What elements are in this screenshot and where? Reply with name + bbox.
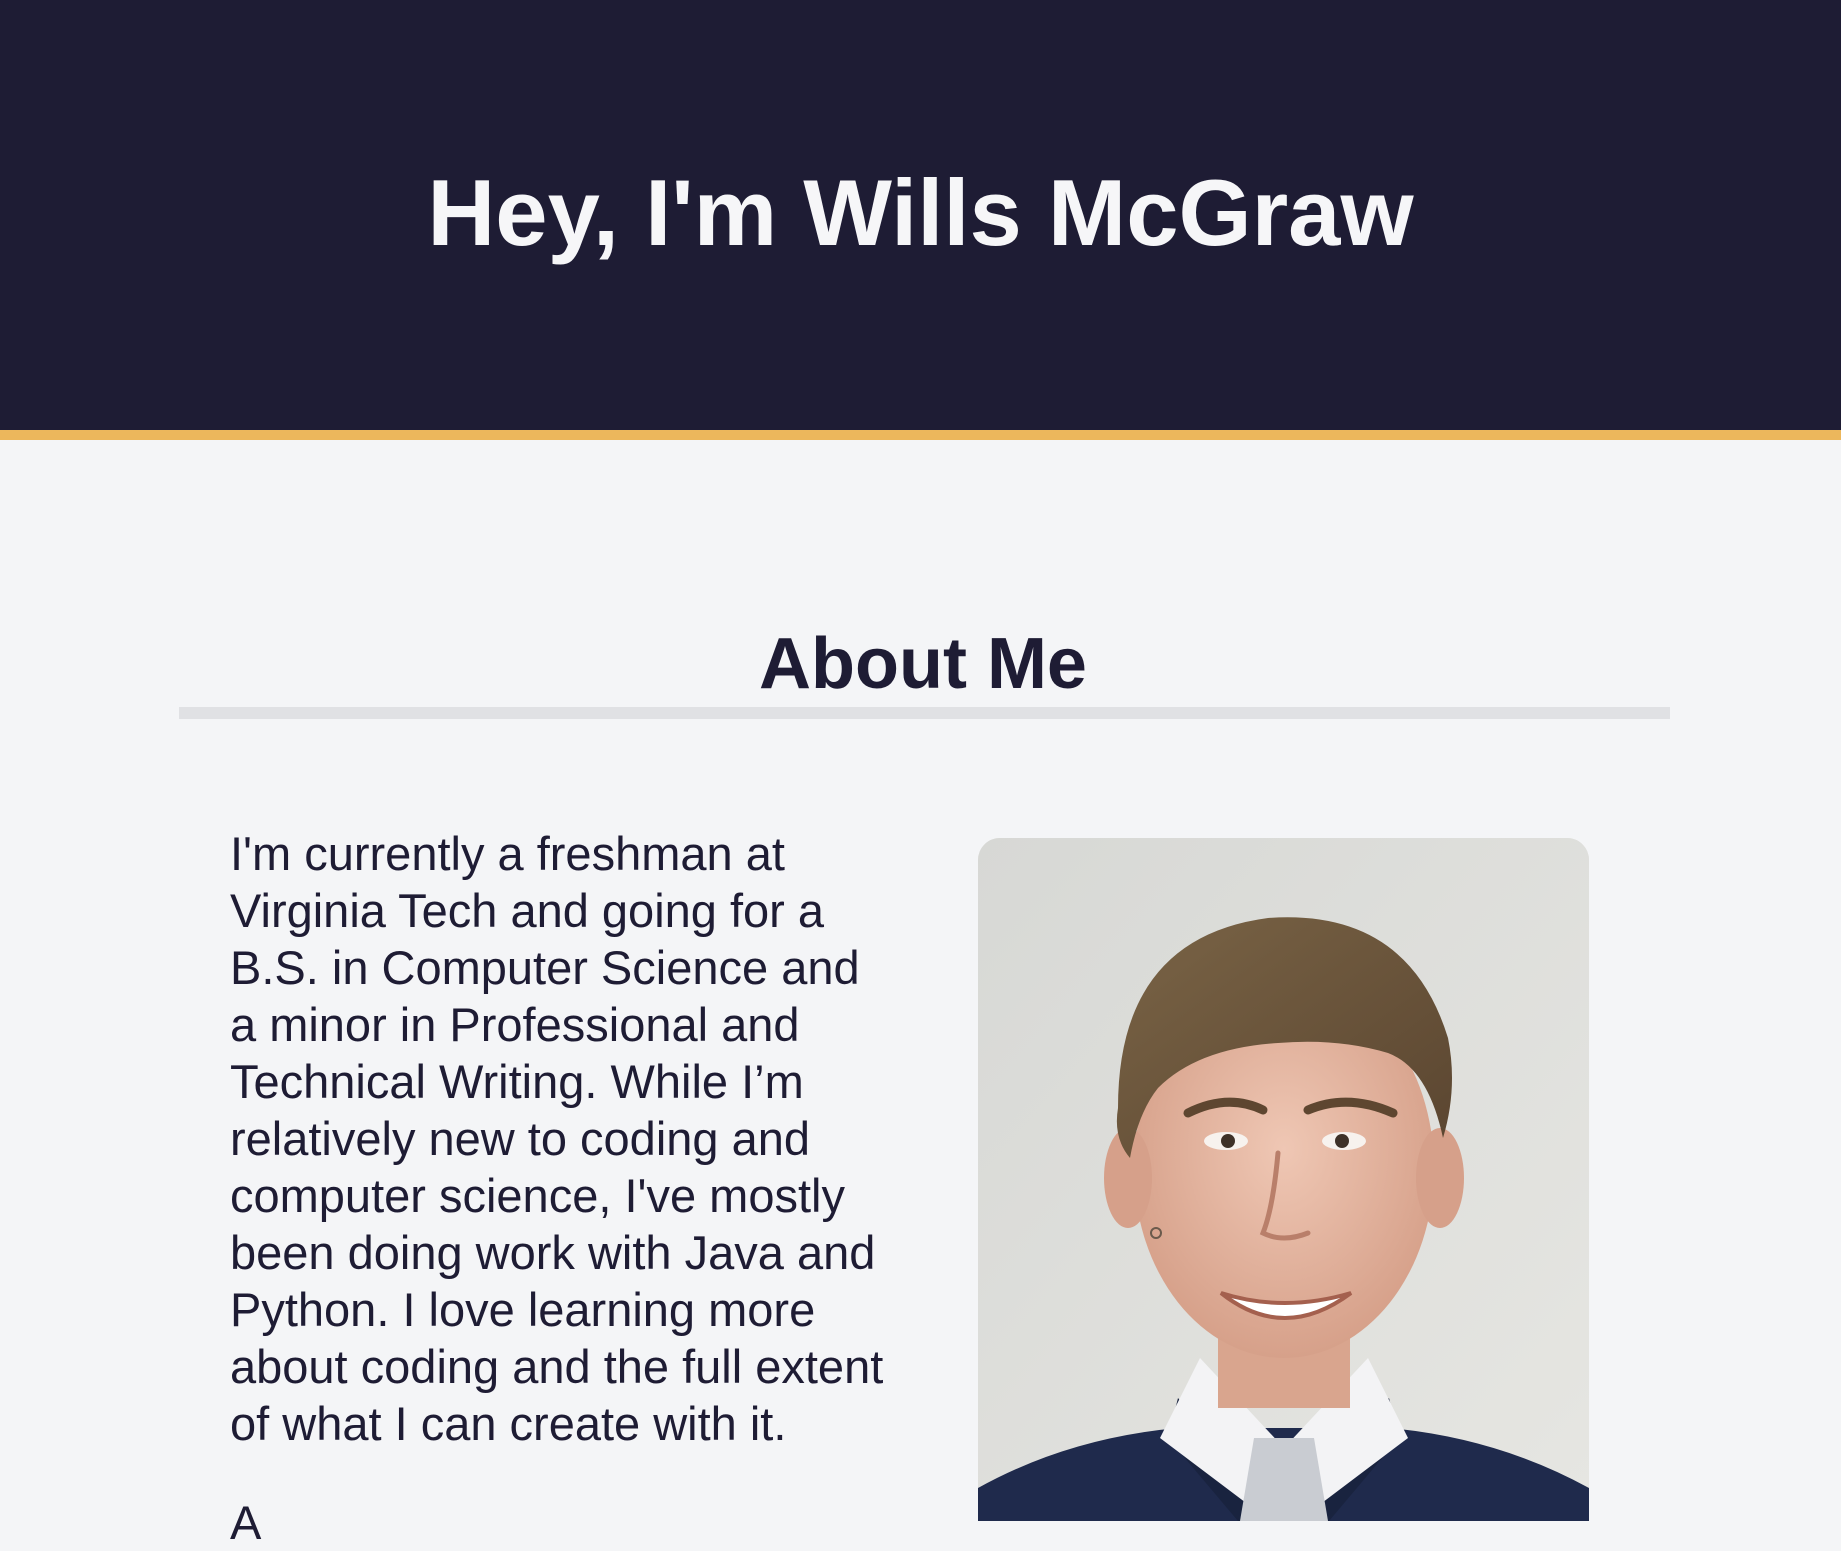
- hero-header: Hey, I'm Wills McGraw: [0, 0, 1841, 440]
- about-line: Virginia Tech and going for a: [230, 884, 825, 937]
- about-paragraph: I'm currently a freshman at Virginia Tec…: [230, 825, 920, 1452]
- profile-photo: [978, 838, 1589, 1521]
- about-line: of what I can create with it.: [230, 1397, 787, 1450]
- about-line: computer science, I've mostly: [230, 1169, 845, 1222]
- about-line: relatively new to coding and: [230, 1112, 811, 1165]
- about-line: I'm currently a freshman at: [230, 827, 785, 880]
- about-line: about coding and the full extent: [230, 1340, 884, 1393]
- about-line: Technical Writing. While I’m: [230, 1055, 804, 1108]
- about-line: Python. I love learning more: [230, 1283, 816, 1336]
- hero-title: Hey, I'm Wills McGraw: [427, 160, 1414, 265]
- section-divider: [179, 707, 1670, 719]
- portrait-illustration: [978, 838, 1589, 1521]
- about-line: a minor in Professional and: [230, 998, 800, 1051]
- about-line: been doing work with Java and: [230, 1226, 876, 1279]
- about-next-paragraph: A: [230, 1496, 262, 1549]
- about-heading: About Me: [759, 624, 1087, 704]
- about-line: B.S. in Computer Science and: [230, 941, 860, 994]
